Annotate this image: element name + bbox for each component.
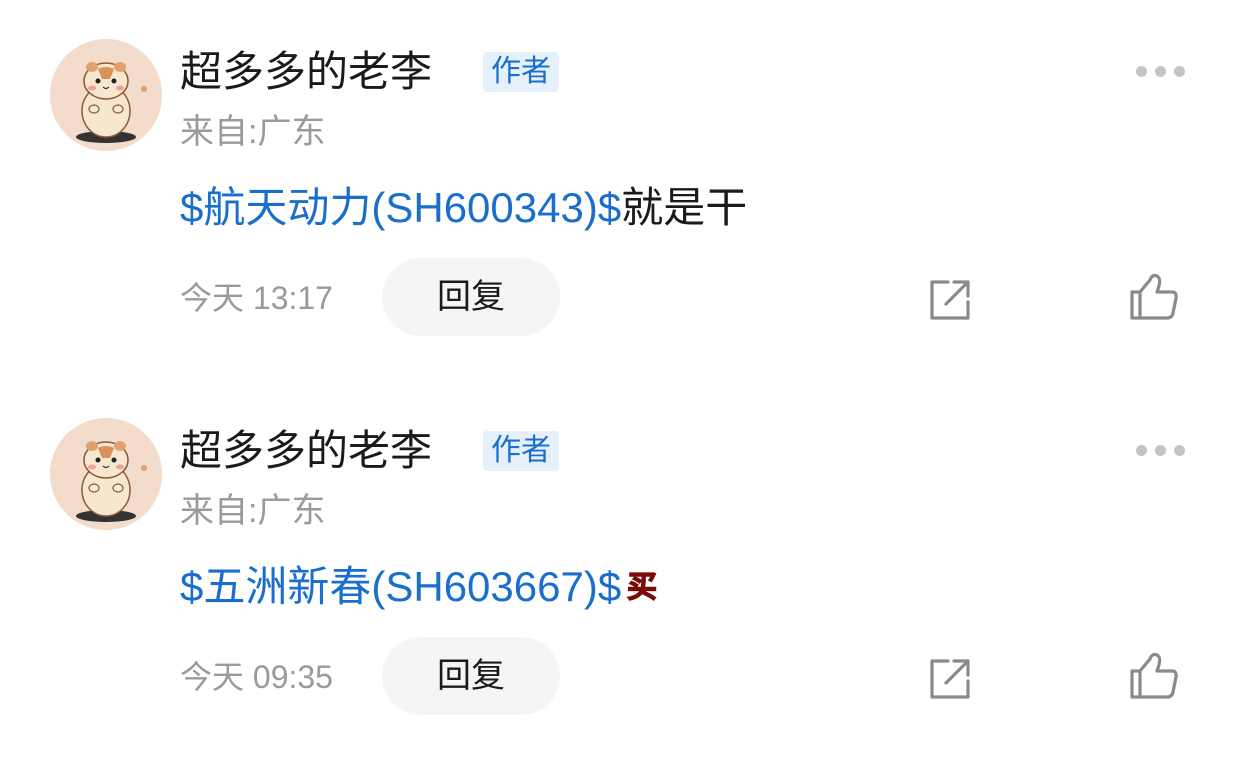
svg-text:买: 买 xyxy=(627,570,657,603)
username[interactable]: 超多多的老李 xyxy=(180,42,432,102)
author-badge: 作者 xyxy=(483,52,559,92)
author-badge: 作者 xyxy=(483,431,559,471)
timestamp: 今天 13:17 xyxy=(180,280,333,316)
comment-item: 超多多的老李 作者 来自:广东 $五洲新春(SH603667)$ 买 今天 09:… xyxy=(0,379,1236,739)
avatar[interactable] xyxy=(50,418,162,530)
comment-body: $五洲新春(SH603667)$ 买 xyxy=(180,557,661,617)
buy-emoji-icon: 买 xyxy=(623,567,661,603)
reply-button[interactable]: 回复 xyxy=(382,258,560,336)
more-dots-icon[interactable] xyxy=(1130,437,1190,465)
location-label: 来自:广东 xyxy=(180,113,326,151)
location-label: 来自:广东 xyxy=(180,492,326,530)
avatar[interactable] xyxy=(50,39,162,151)
share-icon[interactable] xyxy=(922,651,978,707)
stock-link[interactable]: $航天动力(SH600343)$ xyxy=(180,184,621,231)
thumbs-up-icon[interactable] xyxy=(1126,268,1182,324)
comment-body: $航天动力(SH600343)$就是干 xyxy=(180,178,747,238)
stock-link[interactable]: $五洲新春(SH603667)$ xyxy=(180,563,621,610)
share-icon[interactable] xyxy=(922,272,978,328)
username[interactable]: 超多多的老李 xyxy=(180,421,432,481)
thumbs-up-icon[interactable] xyxy=(1126,647,1182,703)
comment-item: 超多多的老李 作者 来自:广东 $航天动力(SH600343)$就是干 今天 1… xyxy=(0,0,1236,360)
comment-text: 就是干 xyxy=(621,184,748,231)
timestamp: 今天 09:35 xyxy=(180,659,333,695)
reply-button[interactable]: 回复 xyxy=(382,637,560,715)
more-dots-icon[interactable] xyxy=(1130,58,1190,86)
